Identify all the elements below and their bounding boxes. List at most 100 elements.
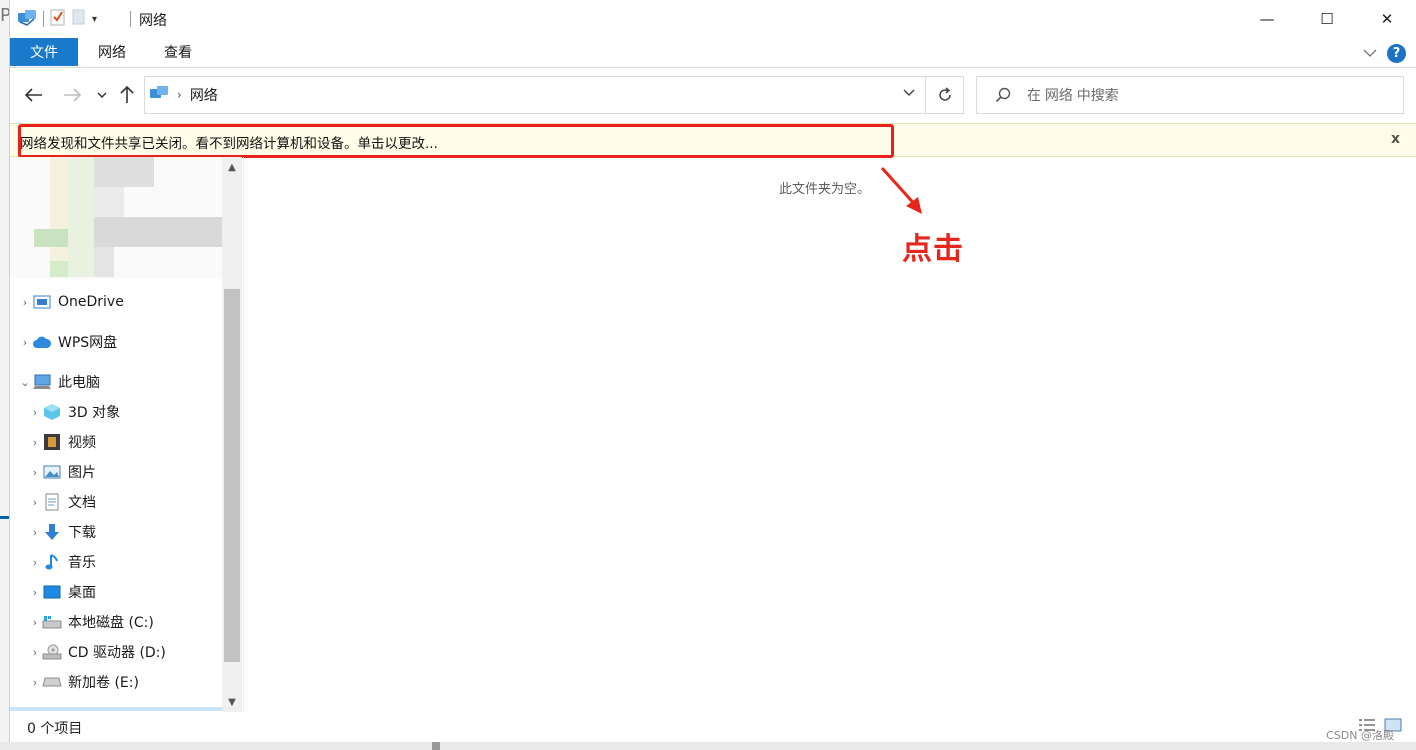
- refresh-button[interactable]: [925, 76, 964, 114]
- tree-item-downloads[interactable]: › 下载: [28, 517, 240, 547]
- tree-item-label: 此电脑: [58, 375, 100, 391]
- chevron-right-icon[interactable]: ›: [28, 406, 42, 419]
- tree-item-label: 桌面: [68, 585, 96, 601]
- scroll-up-icon[interactable]: ▲: [222, 157, 242, 177]
- tree-item-label: 文档: [68, 495, 96, 511]
- chevron-right-icon[interactable]: ›: [28, 496, 42, 509]
- chevron-right-icon[interactable]: ›: [28, 436, 42, 449]
- new-folder-icon[interactable]: [72, 8, 86, 30]
- annotation-click-label: 点击: [902, 232, 964, 267]
- chevron-right-icon[interactable]: ›: [28, 586, 42, 599]
- back-button[interactable]: [22, 82, 46, 108]
- tab-view[interactable]: 查看: [152, 38, 204, 66]
- network-discovery-infobar[interactable]: 网络发现和文件共享已关闭。看不到网络计算机和设备。单击以更改... x: [10, 123, 1416, 157]
- download-icon: [42, 523, 62, 541]
- chevron-right-icon[interactable]: ›: [28, 646, 42, 659]
- close-icon: ✕: [1380, 10, 1394, 28]
- title-bar: ▾ 网络 — ☐ ✕: [10, 0, 1416, 38]
- empty-folder-message: 此文件夹为空。: [779, 182, 871, 197]
- tree-item-music[interactable]: › 音乐: [28, 547, 240, 577]
- breadcrumb-separator-icon[interactable]: ›: [177, 88, 182, 102]
- tree-item-onedrive[interactable]: › OneDrive: [18, 287, 230, 317]
- tree-item-this-pc[interactable]: ⌄ 此电脑: [18, 367, 230, 397]
- window-title: 网络: [139, 13, 167, 29]
- cd-drive-icon: [42, 643, 62, 661]
- recent-locations-button[interactable]: [90, 82, 114, 108]
- file-explorer-window: ▾ 网络 — ☐ ✕ 文件 网络 查看 ? › 网络 在 网络 中搜索 网络发现…: [9, 0, 1416, 742]
- ribbon-tabs: 文件 网络 查看 ?: [10, 38, 1416, 68]
- tab-file[interactable]: 文件: [10, 38, 78, 66]
- chevron-right-icon[interactable]: ›: [28, 616, 42, 629]
- navigation-pane: › OneDrive › WPS网盘 ⌄ 此电脑 › 3D 对象 › 视频 › …: [10, 157, 244, 712]
- tree-item-desktop[interactable]: › 桌面: [28, 577, 240, 607]
- arrow-left-icon: [25, 88, 42, 102]
- tab-network[interactable]: 网络: [86, 38, 138, 66]
- minimize-icon: —: [1259, 10, 1275, 28]
- search-input[interactable]: [1027, 87, 1387, 103]
- infobar-close-button[interactable]: x: [1391, 131, 1400, 147]
- quick-access-toolbar: ▾: [17, 9, 97, 29]
- maximize-icon: ☐: [1320, 10, 1334, 28]
- expand-ribbon-icon[interactable]: [1363, 46, 1377, 62]
- chevron-right-icon[interactable]: ›: [28, 526, 42, 539]
- tree-item-cd-drive[interactable]: › CD 驱动器 (D:): [28, 637, 240, 667]
- film-icon: [42, 433, 62, 451]
- document-icon: [42, 493, 62, 511]
- annotation-arrow-icon: [880, 166, 922, 214]
- tree-item-drive-c[interactable]: › 本地磁盘 (C:): [28, 607, 240, 637]
- tree-item-label: 音乐: [68, 555, 96, 571]
- item-count: 0 个项目: [27, 721, 83, 737]
- network-icon: [149, 84, 169, 106]
- properties-icon[interactable]: [50, 8, 66, 30]
- address-dropdown-icon[interactable]: [903, 86, 915, 100]
- chevron-right-icon[interactable]: ›: [18, 336, 32, 349]
- qa-dropdown-icon[interactable]: ▾: [92, 14, 97, 25]
- navpane-selection-strip: [10, 707, 222, 711]
- tree-item-label: 本地磁盘 (C:): [68, 615, 154, 631]
- refresh-icon: [938, 87, 951, 101]
- network-icon: [17, 8, 37, 30]
- arrow-up-icon: [120, 86, 134, 103]
- address-bar[interactable]: › 网络: [144, 76, 926, 114]
- maximize-button[interactable]: ☐: [1297, 0, 1357, 38]
- scrollbar-thumb[interactable]: [224, 289, 240, 662]
- computer-icon: [32, 373, 52, 391]
- chevron-right-icon[interactable]: ›: [28, 556, 42, 569]
- arrow-right-icon: [64, 88, 81, 102]
- chevron-right-icon[interactable]: ›: [18, 296, 32, 309]
- picture-icon: [42, 463, 62, 481]
- status-bar: 0 个项目 CSDN @洛殿: [10, 712, 1416, 742]
- minimize-button[interactable]: —: [1237, 0, 1297, 38]
- desktop-icon: [42, 583, 62, 601]
- tree-item-wps-cloud[interactable]: › WPS网盘: [18, 327, 230, 357]
- background-taskbar-strip: [0, 742, 1416, 750]
- tree-item-pictures[interactable]: › 图片: [28, 457, 240, 487]
- infobar-message[interactable]: 网络发现和文件共享已关闭。看不到网络计算机和设备。单击以更改...: [20, 132, 438, 152]
- blurred-region: [10, 157, 222, 279]
- tree-item-videos[interactable]: › 视频: [28, 427, 240, 457]
- tree-item-label: 图片: [68, 465, 96, 481]
- tree-item-label: 视频: [68, 435, 96, 451]
- background-window-edge: P: [0, 0, 11, 750]
- drive-c-icon: [42, 613, 62, 631]
- tree-item-label: 3D 对象: [68, 405, 121, 421]
- help-icon[interactable]: ?: [1387, 44, 1406, 63]
- music-icon: [42, 553, 62, 571]
- search-box[interactable]: [976, 76, 1404, 114]
- chevron-right-icon[interactable]: ›: [28, 676, 42, 689]
- navpane-scrollbar[interactable]: ▲ ▼: [222, 157, 242, 712]
- tree-item-label: CD 驱动器 (D:): [68, 645, 166, 661]
- navigation-bar: › 网络: [10, 70, 1416, 122]
- scroll-down-icon[interactable]: ▼: [222, 692, 242, 712]
- tree-item-3d-objects[interactable]: › 3D 对象: [28, 397, 240, 427]
- csdn-watermark: CSDN @洛殿: [1326, 729, 1394, 742]
- tree-item-drive-e[interactable]: › 新加卷 (E:): [28, 667, 240, 697]
- cloud-icon: [32, 333, 52, 351]
- breadcrumb-network[interactable]: 网络: [190, 85, 218, 105]
- chevron-right-icon[interactable]: ›: [28, 466, 42, 479]
- close-button[interactable]: ✕: [1357, 0, 1416, 38]
- tree-item-documents[interactable]: › 文档: [28, 487, 240, 517]
- up-button[interactable]: [115, 82, 139, 108]
- chevron-down-icon[interactable]: ⌄: [18, 376, 32, 389]
- forward-button[interactable]: [60, 82, 84, 108]
